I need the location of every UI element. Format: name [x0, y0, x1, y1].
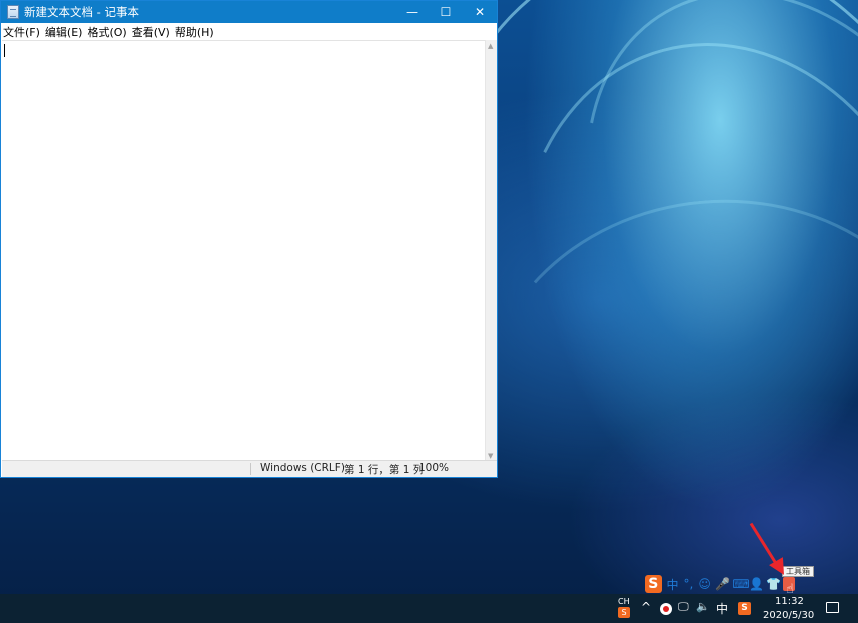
window-controls: — ☐ ✕	[395, 1, 497, 23]
window-title: 新建文本文档 - 记事本	[24, 5, 139, 19]
scroll-down-icon[interactable]: ▼	[488, 452, 493, 460]
text-caret	[4, 44, 5, 57]
status-bar: Windows (CRLF) 第 1 行，第 1 列 100%	[2, 460, 497, 477]
close-button[interactable]: ✕	[463, 1, 497, 23]
chevron-up-icon[interactable]: ^	[641, 600, 651, 614]
maximize-button[interactable]: ☐	[429, 1, 463, 23]
notification-center-icon[interactable]	[826, 602, 839, 613]
taskbar: CH S ^ 🖵 🔈 中 S 11:32 2020/5/30	[0, 594, 858, 623]
ime-mode-indicator[interactable]: 中	[716, 600, 728, 617]
menu-help[interactable]: 帮助(H)	[175, 24, 214, 40]
scroll-up-icon[interactable]: ▲	[488, 42, 493, 50]
notepad-window: 新建文本文档 - 记事本 — ☐ ✕ 文件(F) 编辑(E) 格式(O) 查看(…	[0, 0, 498, 478]
menu-format[interactable]: 格式(O)	[87, 24, 126, 40]
vertical-scrollbar[interactable]: ▲ ▼	[485, 40, 497, 462]
punctuation-icon[interactable]: °,	[684, 577, 694, 591]
language-sogou-icon[interactable]: S	[618, 607, 630, 618]
user-icon[interactable]: 👤	[749, 577, 764, 591]
minimize-button[interactable]: —	[395, 1, 429, 23]
network-icon[interactable]: 🖵	[678, 600, 689, 614]
clock-time[interactable]: 11:32	[775, 596, 804, 607]
menu-file[interactable]: 文件(F)	[3, 24, 40, 40]
ime-mode-toggle[interactable]: 中	[667, 576, 679, 593]
text-editor[interactable]	[2, 40, 485, 462]
status-encoding: Windows (CRLF)	[260, 462, 345, 474]
voice-icon[interactable]: 🎤	[715, 577, 730, 591]
clock-date[interactable]: 2020/5/30	[763, 610, 814, 621]
title-bar[interactable]: 新建文本文档 - 记事本 — ☐ ✕	[1, 1, 497, 23]
emoji-icon[interactable]: ☺	[698, 577, 711, 591]
menu-edit[interactable]: 编辑(E)	[45, 24, 83, 40]
menu-view[interactable]: 查看(V)	[132, 24, 170, 40]
volume-icon[interactable]: 🔈	[696, 600, 710, 613]
notepad-icon	[7, 5, 19, 19]
ime-toolbar: S 中 °, ☺ 🎤 ⌨ 👤 👕	[645, 574, 795, 594]
status-cursor-position: 第 1 行，第 1 列	[344, 464, 424, 476]
status-zoom: 100%	[419, 462, 450, 474]
language-indicator[interactable]: CH	[618, 597, 630, 606]
sogou-tray-icon[interactable]: S	[738, 602, 751, 615]
keyboard-icon[interactable]: ⌨	[732, 577, 749, 591]
menu-bar: 文件(F) 编辑(E) 格式(O) 查看(V) 帮助(H)	[1, 23, 497, 40]
sogou-logo-icon[interactable]: S	[645, 575, 662, 593]
status-divider	[250, 463, 251, 475]
record-icon[interactable]	[660, 603, 672, 615]
